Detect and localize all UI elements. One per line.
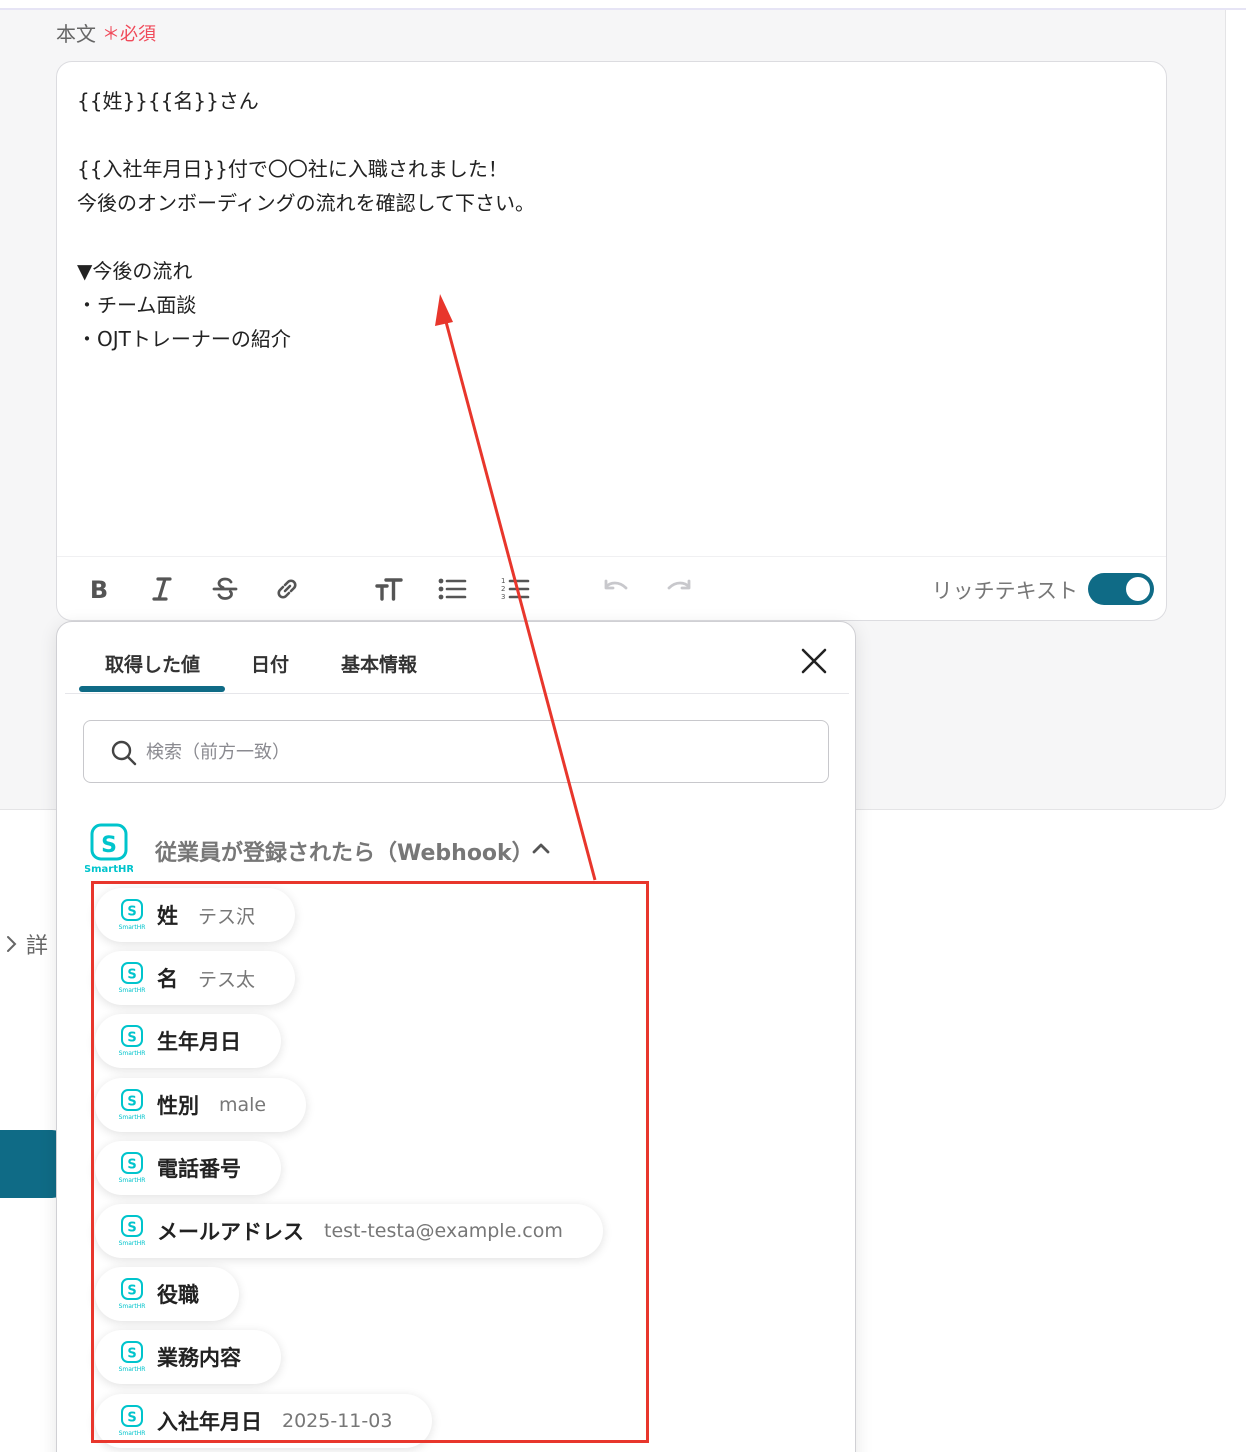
bold-button[interactable]: B xyxy=(81,571,117,607)
smarthr-logo-icon: S SmartHR xyxy=(85,823,133,875)
text-size-icon xyxy=(375,578,403,601)
editor-line: ▼今後の流れ xyxy=(77,259,193,283)
tab-basic-info[interactable]: 基本情報 xyxy=(341,650,417,677)
editor-content[interactable]: {{姓}}{{名}}さん {{入社年月日}}付で〇〇社に入職されました！ 今後の… xyxy=(77,84,535,356)
bullet-list-button[interactable] xyxy=(434,571,470,607)
strikethrough-button[interactable] xyxy=(207,571,243,607)
svg-text:B: B xyxy=(90,576,108,604)
svg-text:1: 1 xyxy=(501,577,505,585)
details-toggle[interactable]: 詳 xyxy=(4,928,48,960)
tab-acquired-values[interactable]: 取得した値 xyxy=(105,650,200,677)
editor-line: {{姓}}{{名}}さん xyxy=(77,89,259,113)
text-size-button[interactable] xyxy=(371,571,407,607)
body-editor[interactable]: {{姓}}{{名}}さん {{入社年月日}}付で〇〇社に入職されました！ 今後の… xyxy=(56,61,1167,621)
close-button[interactable] xyxy=(799,646,829,676)
search-box xyxy=(83,720,829,783)
tab-bar: 取得した値 日付 基本情報 xyxy=(65,622,849,694)
toggle-knob xyxy=(1126,577,1150,601)
smarthr-group-header[interactable]: S SmartHR 従業員が登録されたら（Webhook） xyxy=(85,822,785,878)
svg-text:2: 2 xyxy=(501,585,505,593)
numbered-list-icon: 123 xyxy=(501,577,530,601)
required-badge: ＊必須 xyxy=(102,23,156,45)
numbered-list-button[interactable]: 123 xyxy=(497,571,533,607)
undo-button[interactable] xyxy=(598,571,634,607)
link-icon xyxy=(277,579,297,599)
editor-line: 今後のオンボーディングの流れを確認して下さい。 xyxy=(77,191,535,215)
tab-date[interactable]: 日付 xyxy=(251,650,289,677)
details-label: 詳 xyxy=(26,934,49,959)
editor-line: ・OJTトレーナーの紹介 xyxy=(77,327,291,351)
rich-text-label: リッチテキスト xyxy=(931,579,1078,603)
chevron-up-icon[interactable] xyxy=(529,836,553,860)
chevron-right-icon xyxy=(7,936,17,952)
editor-line: {{入社年月日}}付で〇〇社に入職されました！ xyxy=(77,157,508,181)
bullet-list-icon xyxy=(438,578,467,600)
close-icon xyxy=(801,648,827,674)
rich-text-toggle[interactable] xyxy=(1088,573,1154,605)
bold-icon: B xyxy=(90,576,108,604)
editor-line: ・チーム面談 xyxy=(77,293,197,317)
search-input[interactable] xyxy=(146,731,806,773)
link-button[interactable] xyxy=(269,571,305,607)
svg-text:SmartHR: SmartHR xyxy=(85,864,133,875)
group-title: 従業員が登録されたら（Webhook） xyxy=(155,841,534,866)
strikethrough-icon xyxy=(212,577,238,600)
annotation-highlight-box xyxy=(91,881,649,1443)
italic-icon xyxy=(152,577,172,601)
undo-icon xyxy=(604,579,628,590)
active-tab-indicator xyxy=(79,686,225,692)
field-label-text: 本文 xyxy=(56,22,96,46)
search-icon xyxy=(111,740,137,766)
svg-text:S: S xyxy=(101,833,117,858)
italic-button[interactable] xyxy=(144,571,180,607)
field-label: 本文 ＊必須 xyxy=(56,18,156,47)
editor-toolbar: B 123 リッチテキスト xyxy=(57,556,1166,620)
redo-button[interactable] xyxy=(661,571,697,607)
redo-icon xyxy=(667,579,691,590)
svg-text:3: 3 xyxy=(501,593,505,601)
